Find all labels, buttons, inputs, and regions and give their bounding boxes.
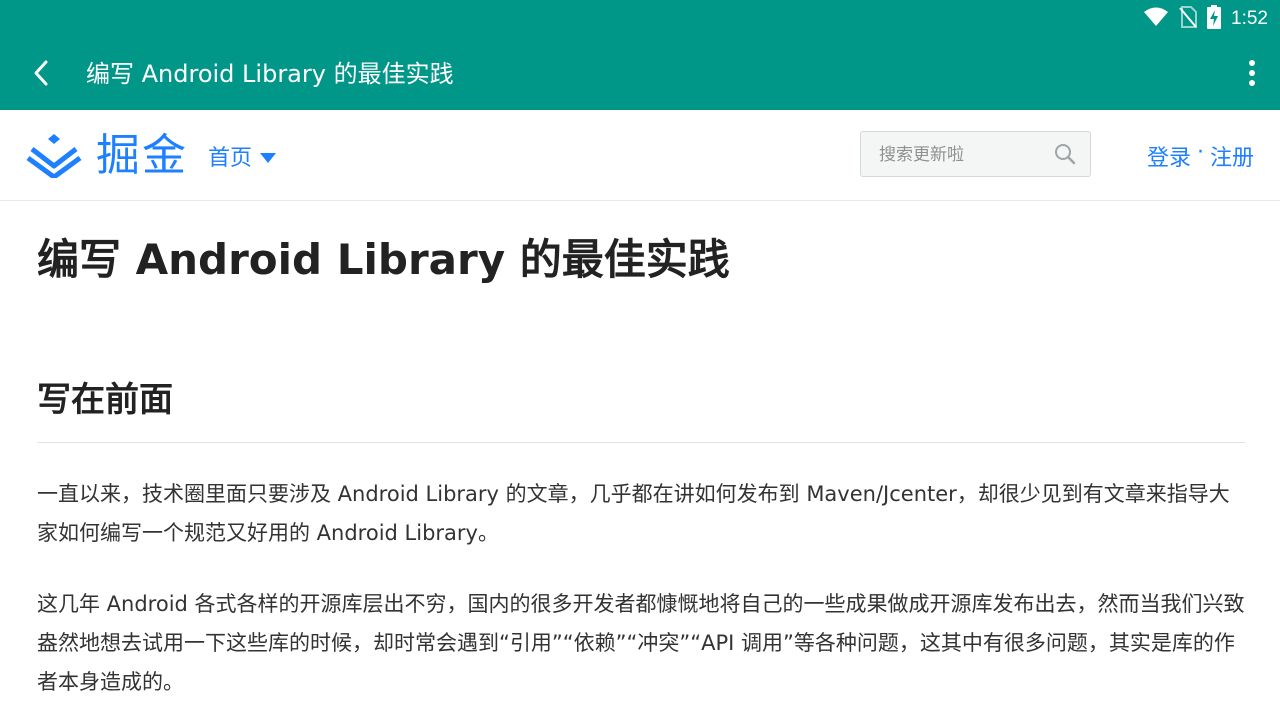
- logo-text: 掘金: [96, 130, 188, 181]
- search-icon[interactable]: [1054, 143, 1076, 169]
- auth-links: 登录 · 注册: [1147, 140, 1254, 172]
- search-input[interactable]: [861, 132, 1061, 178]
- article-content: 编写 Android Library 的最佳实践 写在前面 一直以来，技术圈里面…: [37, 200, 1245, 702]
- status-bar: 1:52: [0, 0, 1280, 38]
- article-paragraph: 这几年 Android 各式各样的开源库层出不穷，国内的很多开发者都慷慨地将自己…: [37, 592, 1245, 694]
- article-paragraph: 一直以来，技术圈里面只要涉及 Android Library 的文章，几乎都在讲…: [37, 482, 1230, 545]
- app-bar-title: 编写 Android Library 的最佳实践: [86, 60, 454, 88]
- site-header: 掘金 首页 登录 · 注册: [0, 110, 1280, 201]
- section-heading: 写在前面: [37, 378, 1245, 443]
- auth-separator: ·: [1196, 140, 1204, 165]
- login-link[interactable]: 登录: [1147, 140, 1191, 172]
- status-time: 1:52: [1231, 8, 1268, 29]
- overflow-menu-button[interactable]: [1242, 58, 1262, 92]
- search-box: [860, 131, 1091, 178]
- back-arrow-icon: [32, 59, 50, 91]
- register-link[interactable]: 注册: [1210, 140, 1254, 172]
- article-title: 编写 Android Library 的最佳实践: [37, 235, 730, 284]
- more-vertical-icon: [1248, 59, 1256, 91]
- juejin-logo-icon: [26, 130, 82, 182]
- nav-home-label: 首页: [208, 146, 253, 171]
- app-bar: 编写 Android Library 的最佳实践: [0, 38, 1280, 110]
- battery-charging-icon: [1207, 5, 1222, 33]
- status-icons: 1:52: [1143, 5, 1268, 33]
- juejin-logo[interactable]: 掘金: [26, 130, 188, 182]
- wifi-icon: [1143, 7, 1169, 31]
- nav-home-dropdown[interactable]: 首页: [208, 140, 277, 172]
- caret-down-icon: [260, 144, 277, 169]
- back-button[interactable]: [24, 58, 58, 92]
- no-sim-icon: [1179, 6, 1198, 32]
